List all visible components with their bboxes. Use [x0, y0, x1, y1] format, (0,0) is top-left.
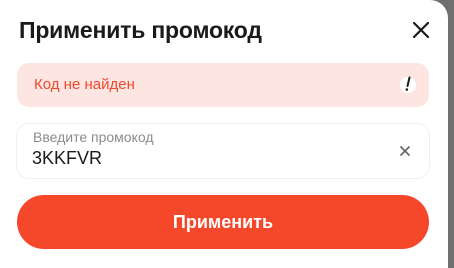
- dialog-title: Применить промокод: [19, 17, 262, 43]
- promo-code-input[interactable]: [32, 148, 372, 169]
- alert-icon: [400, 76, 416, 93]
- close-button[interactable]: [407, 16, 435, 44]
- apply-button-label: Применить: [172, 212, 274, 232]
- close-icon: [412, 21, 430, 39]
- promo-code-label: Введите промокод: [33, 129, 154, 145]
- clear-icon: [400, 146, 410, 156]
- modal-backdrop: [448, 0, 454, 268]
- clear-input-button[interactable]: [397, 143, 413, 159]
- promo-code-field[interactable]: Введите промокод: [17, 124, 429, 178]
- error-message: Код не найден: [34, 76, 135, 93]
- error-banner: Код не найден: [17, 63, 429, 107]
- promo-code-dialog: Применить промокод Код не найден Введите…: [0, 0, 448, 268]
- apply-button[interactable]: Применить: [17, 195, 429, 249]
